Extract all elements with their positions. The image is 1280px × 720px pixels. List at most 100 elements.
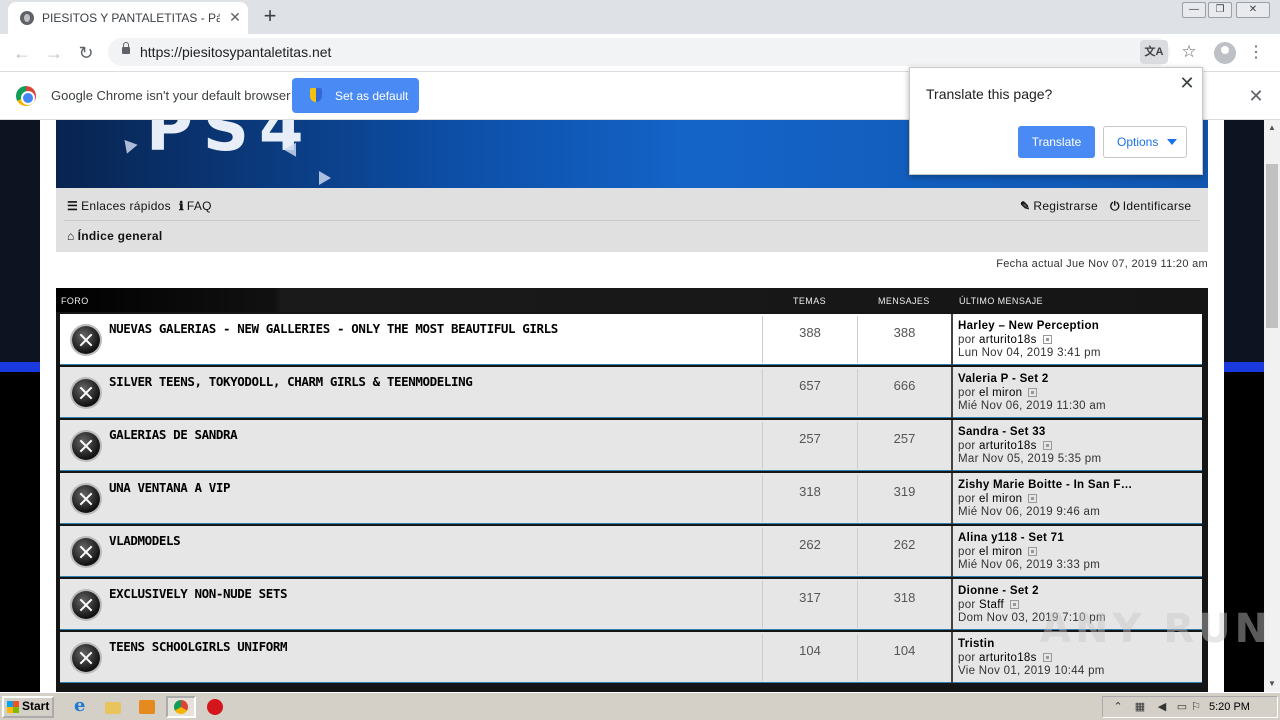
action-center-flag-icon[interactable]: ⚐: [1189, 701, 1203, 713]
last-post-title-link[interactable]: Alina y118 - Set 71: [958, 532, 1064, 544]
login-link[interactable]: ⏻ Identificarse: [1110, 199, 1191, 214]
browser-tab[interactable]: PIESITOS Y PANTALETITAS - Página ✕: [8, 2, 248, 34]
author-link[interactable]: arturito18s: [979, 334, 1037, 346]
last-post-title-link[interactable]: Sandra - Set 33: [958, 426, 1046, 438]
media-player-icon[interactable]: [136, 697, 158, 717]
register-link[interactable]: ✎ Registrarse: [1020, 199, 1098, 213]
forum-row[interactable]: EXCLUSIVELY NON-NUDE SETS 317 318 Dionne - …: [60, 579, 1202, 630]
last-post-title-link[interactable]: Valeria P - Set 2: [958, 373, 1049, 385]
chrome-taskbar-icon[interactable]: [166, 696, 196, 718]
background-stripe: [0, 362, 40, 372]
author-link[interactable]: el miron: [979, 387, 1022, 399]
forum-title-link[interactable]: SILVER TEENS, TOKYODOLL, CHARM GIRLS & T…: [109, 374, 473, 389]
topics-count: 257: [799, 431, 821, 446]
restore-button[interactable]: ❐: [1208, 2, 1232, 18]
forward-arrow-icon[interactable]: →: [42, 41, 66, 65]
view-latest-post-icon[interactable]: [1028, 388, 1038, 397]
forum-row[interactable]: VLADMODELS 262 262 Alina y118 - Set 71 por e…: [60, 526, 1202, 577]
forum-row[interactable]: SILVER TEENS, TOKYODOLL, CHARM GIRLS & T…: [60, 367, 1202, 418]
clock[interactable]: 5:20 PM: [1209, 701, 1250, 713]
last-post-author: por el miron: [958, 546, 1038, 558]
author-link[interactable]: arturito18s: [979, 652, 1037, 664]
bookmark-star-icon[interactable]: ☆: [1178, 41, 1200, 63]
lock-icon[interactable]: [122, 42, 130, 54]
globe-icon: [20, 11, 34, 25]
scroll-thumb[interactable]: [1266, 164, 1278, 328]
topics-count: 317: [799, 590, 821, 605]
forum-row[interactable]: UNA VENTANA A VIP 318 319 Zishy Marie Boitt…: [60, 473, 1202, 524]
forum-title-link[interactable]: TEENS SCHOOLGIRLS UNIFORM: [109, 639, 288, 654]
banner-decoration: [319, 171, 331, 185]
infobar-close-icon[interactable]: ✕: [1246, 86, 1266, 106]
forum-read-icon: [72, 538, 100, 566]
scroll-up-arrow-icon[interactable]: ▲: [1264, 120, 1280, 136]
quick-links-menu[interactable]: ☰ Enlaces rápidos: [67, 199, 171, 213]
forum-row[interactable]: GALERIAS DE SANDRA 257 257 Sandra - Set 33 p…: [60, 420, 1202, 471]
network-icon[interactable]: ▦: [1133, 701, 1147, 713]
banner-decoration: [120, 139, 138, 157]
home-icon: ⌂: [67, 229, 75, 243]
faq-link[interactable]: ℹ FAQ: [179, 199, 212, 213]
minimize-button[interactable]: —: [1182, 2, 1206, 18]
internet-explorer-icon[interactable]: [70, 695, 92, 717]
view-latest-post-icon[interactable]: [1042, 335, 1052, 344]
view-latest-post-icon[interactable]: [1028, 547, 1038, 556]
file-explorer-icon[interactable]: [102, 697, 124, 717]
translate-icon[interactable]: 文A: [1140, 40, 1168, 64]
address-bar[interactable]: https://piesitosypantaletitas.net 文A ☆: [108, 38, 1197, 66]
forum-row[interactable]: TEENS SCHOOLGIRLS UNIFORM 104 104 Tristin po…: [60, 632, 1202, 683]
author-link[interactable]: el miron: [979, 546, 1022, 558]
last-post-author: por arturito18s: [958, 652, 1052, 664]
set-as-default-button[interactable]: Set as default: [292, 78, 419, 113]
board-index-link[interactable]: ⌂ Índice general: [67, 229, 162, 243]
window-close-button[interactable]: ✕: [1236, 2, 1270, 18]
header-forum: FORO: [61, 296, 89, 306]
hamburger-icon: ☰: [67, 199, 79, 213]
power-tray-icon[interactable]: ▭: [1175, 701, 1189, 713]
reload-icon[interactable]: ↻: [74, 41, 98, 65]
column-divider: [951, 367, 953, 418]
forum-title-link[interactable]: UNA VENTANA A VIP: [109, 480, 231, 495]
translate-button[interactable]: Translate: [1018, 126, 1095, 158]
faq-label: FAQ: [186, 199, 212, 213]
tab-close-icon[interactable]: ✕: [226, 8, 244, 26]
tray-expand-icon[interactable]: ⌃: [1111, 701, 1125, 713]
forum-row[interactable]: NUEVAS GALERIAS - NEW GALLERIES - ONLY T…: [60, 314, 1202, 365]
last-post-title-link[interactable]: Zishy Marie Boitte - In San F…: [958, 479, 1133, 491]
view-latest-post-icon[interactable]: [1028, 494, 1038, 503]
last-post-title-link[interactable]: Harley – New Perception: [958, 320, 1099, 332]
stop-icon[interactable]: [204, 697, 226, 717]
forum-title-link[interactable]: EXCLUSIVELY NON-NUDE SETS: [109, 586, 288, 601]
back-arrow-icon[interactable]: ←: [10, 41, 34, 65]
forum-navbar: ☰ Enlaces rápidos ℹ FAQ ✎ Registrarse ⏻ Iden…: [56, 188, 1208, 252]
infobar-message: Google Chrome isn't your default browser: [51, 88, 291, 103]
translate-popup-close-icon[interactable]: ✕: [1178, 74, 1196, 92]
view-latest-post-icon[interactable]: [1042, 441, 1052, 450]
last-post-title-link[interactable]: Dionne - Set 2: [958, 585, 1039, 597]
start-button[interactable]: Start: [2, 696, 54, 718]
volume-icon[interactable]: ◀: [1155, 701, 1169, 713]
login-label: Identificarse: [1122, 199, 1192, 213]
posts-count: 318: [893, 590, 916, 605]
column-divider: [951, 473, 953, 524]
posts-count: 319: [893, 484, 916, 499]
view-latest-post-icon[interactable]: [1042, 653, 1052, 662]
author-link[interactable]: arturito18s: [979, 440, 1037, 452]
scroll-down-arrow-icon[interactable]: ▼: [1264, 676, 1280, 692]
kebab-menu-icon[interactable]: ⋮: [1246, 42, 1266, 64]
forum-title-link[interactable]: GALERIAS DE SANDRA: [109, 427, 238, 442]
tab-strip: PIESITOS Y PANTALETITAS - Página ✕ + — ❐…: [0, 0, 1280, 34]
view-latest-post-icon[interactable]: [1009, 600, 1019, 609]
forum-title-link[interactable]: NUEVAS GALERIAS - NEW GALLERIES - ONLY T…: [109, 321, 558, 336]
new-tab-button[interactable]: +: [258, 5, 282, 29]
author-link[interactable]: Staff: [979, 599, 1004, 611]
profile-avatar-icon[interactable]: [1214, 42, 1236, 64]
options-dropdown[interactable]: Options: [1103, 126, 1187, 158]
watermark: ANY RUN: [1040, 606, 1273, 652]
last-post-title-link[interactable]: Tristin: [958, 638, 995, 650]
last-post-author: por el miron: [958, 387, 1038, 399]
forum-title-link[interactable]: VLADMODELS: [109, 533, 181, 548]
author-link[interactable]: el miron: [979, 493, 1022, 505]
last-post-date: Mar Nov 05, 2019 5:35 pm: [958, 453, 1102, 465]
url-text[interactable]: https://piesitosypantaletitas.net: [140, 44, 331, 60]
